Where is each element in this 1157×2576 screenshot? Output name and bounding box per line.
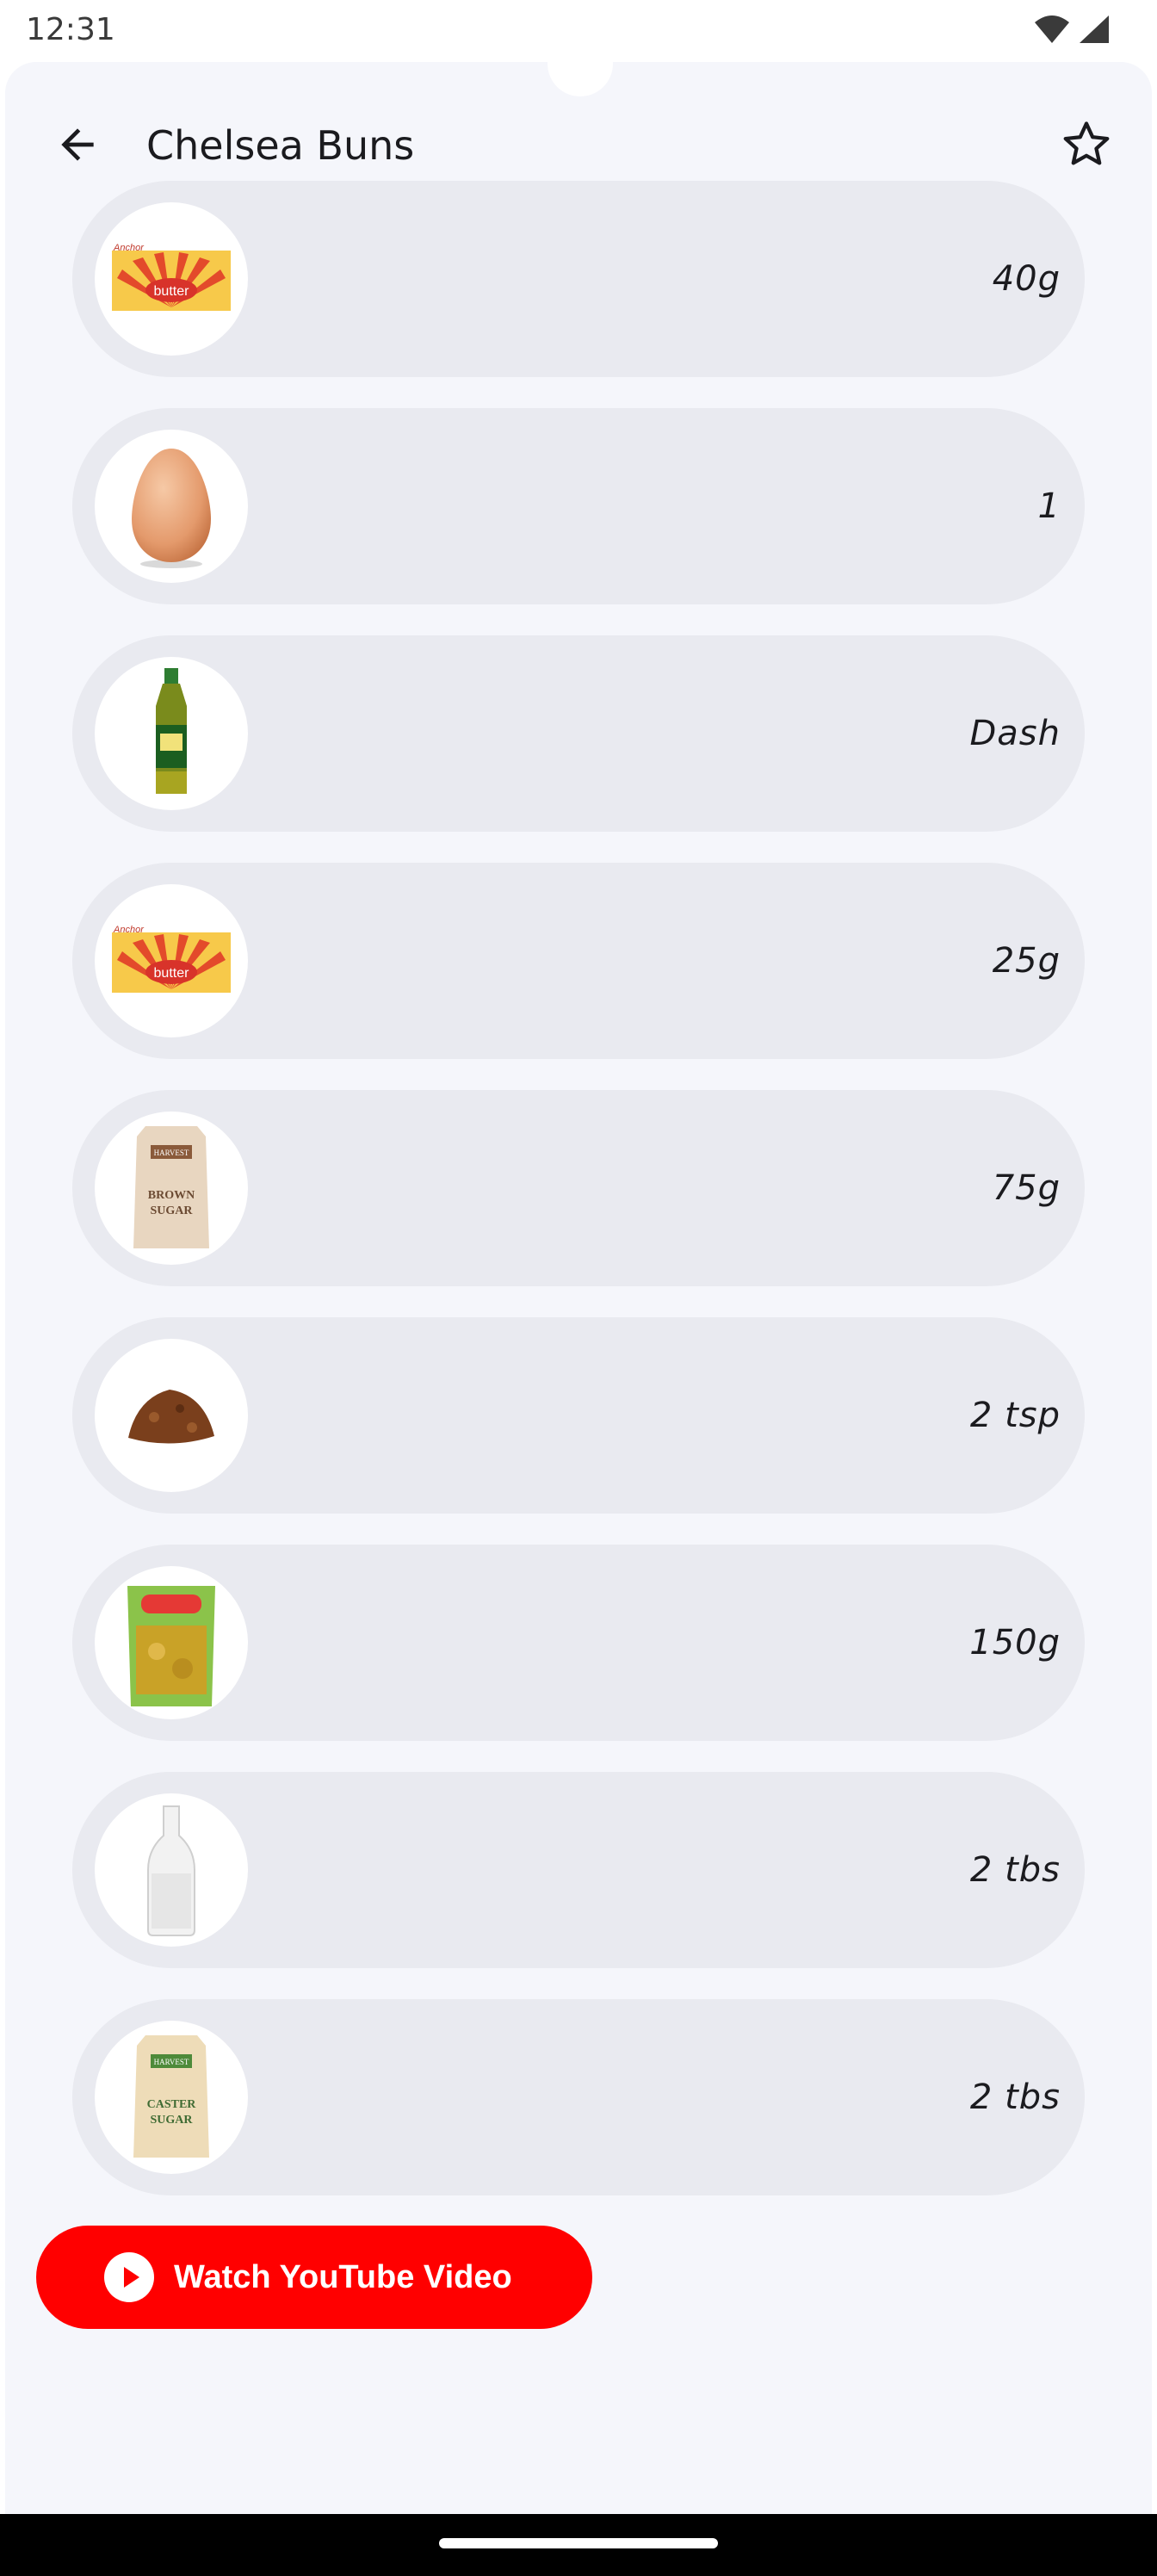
svg-text:butter: butter [154,966,190,981]
brown-sugar-icon: HARVEST BROWN SUGAR [95,1112,248,1265]
status-bar: 12:31 [0,0,1157,62]
svg-text:SUGAR: SUGAR [150,1204,193,1217]
svg-text:butter: butter [154,284,190,299]
olive-oil-icon [95,657,248,810]
status-icons [1033,14,1111,45]
page-title: Chelsea Buns [146,122,415,169]
egg-icon [95,430,248,583]
ingredient-amount: 2 tsp [969,1396,1061,1435]
play-circle-icon [104,2252,154,2302]
back-button[interactable] [41,108,114,181]
watch-youtube-label: Watch YouTube Video [174,2258,512,2295]
ingredient-row[interactable]: 2 tbs [72,1772,1085,1968]
star-outline-icon [1063,121,1110,165]
dried-fruit-icon [95,1566,248,1719]
svg-text:HARVEST: HARVEST [154,1149,189,1157]
ingredient-row[interactable]: HARVEST CASTER SUGAR 2 tbs [72,1999,1085,2195]
ingredient-amount: 25g [992,941,1061,981]
ingredient-amount: Dash [969,714,1061,753]
svg-text:CASTER: CASTER [147,2098,197,2111]
home-gesture-handle[interactable] [439,2538,718,2548]
navigation-bar [0,2514,1157,2576]
ingredient-amount: 1 [1037,486,1061,526]
svg-text:HARVEST: HARVEST [154,2058,189,2066]
butter-icon: butter Anchor [95,202,248,356]
svg-text:SUGAR: SUGAR [150,2114,193,2127]
ingredient-row[interactable]: 150g [72,1545,1085,1741]
app-screen: Chelsea Buns butter Anchor 40g 1 Dash bu… [5,62,1152,2514]
ingredient-row[interactable]: Dash [72,635,1085,832]
favorite-button[interactable] [1050,108,1123,181]
ingredient-row[interactable]: 2 tsp [72,1317,1085,1514]
ingredient-amount: 2 tbs [969,2078,1061,2117]
cellular-signal-icon [1080,15,1109,43]
ingredient-row[interactable]: HARVEST BROWN SUGAR 75g [72,1090,1085,1286]
ingredient-row[interactable]: butter Anchor 40g [72,181,1085,377]
milk-bottle-icon [95,1793,248,1947]
app-bar: Chelsea Buns [5,88,1152,183]
arrow-back-icon [61,128,94,161]
svg-text:Anchor: Anchor [113,243,145,253]
svg-text:BROWN: BROWN [148,1189,195,1202]
caster-sugar-icon: HARVEST CASTER SUGAR [95,2021,248,2174]
wifi-icon [1035,15,1069,43]
ingredient-row[interactable]: 1 [72,408,1085,604]
ingredient-amount: 40g [992,259,1061,299]
svg-text:Anchor: Anchor [113,925,145,935]
status-time: 12:31 [26,12,115,47]
ingredient-amount: 2 tbs [969,1850,1061,1890]
ingredient-amount: 75g [992,1168,1061,1208]
ingredient-row[interactable]: butter Anchor 25g [72,863,1085,1059]
spice-powder-icon [95,1339,248,1492]
watch-youtube-button[interactable]: Watch YouTube Video [36,2226,592,2329]
ingredient-amount: 150g [969,1623,1061,1663]
butter-icon: butter Anchor [95,884,248,1037]
